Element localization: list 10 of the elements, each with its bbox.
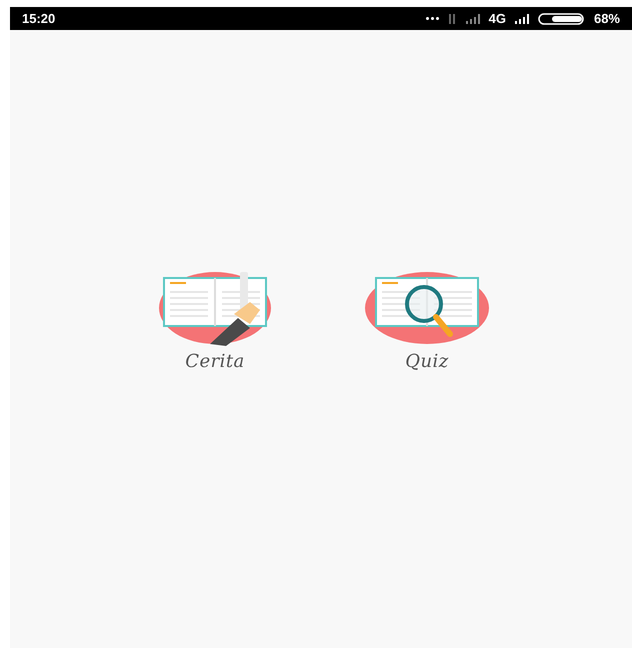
status-time: 15:20 [22,10,56,28]
battery-icon [538,12,586,24]
battery-level: 68% [594,10,620,28]
menu-button[interactable]: Quiz [362,270,492,374]
network-type: 4G [488,10,506,28]
book-magnifier-icon [362,270,492,346]
menu-button[interactable]: Cerita [150,270,280,374]
signal-icon [464,14,481,24]
more-icon [426,17,439,20]
signal-icon [514,14,530,24]
